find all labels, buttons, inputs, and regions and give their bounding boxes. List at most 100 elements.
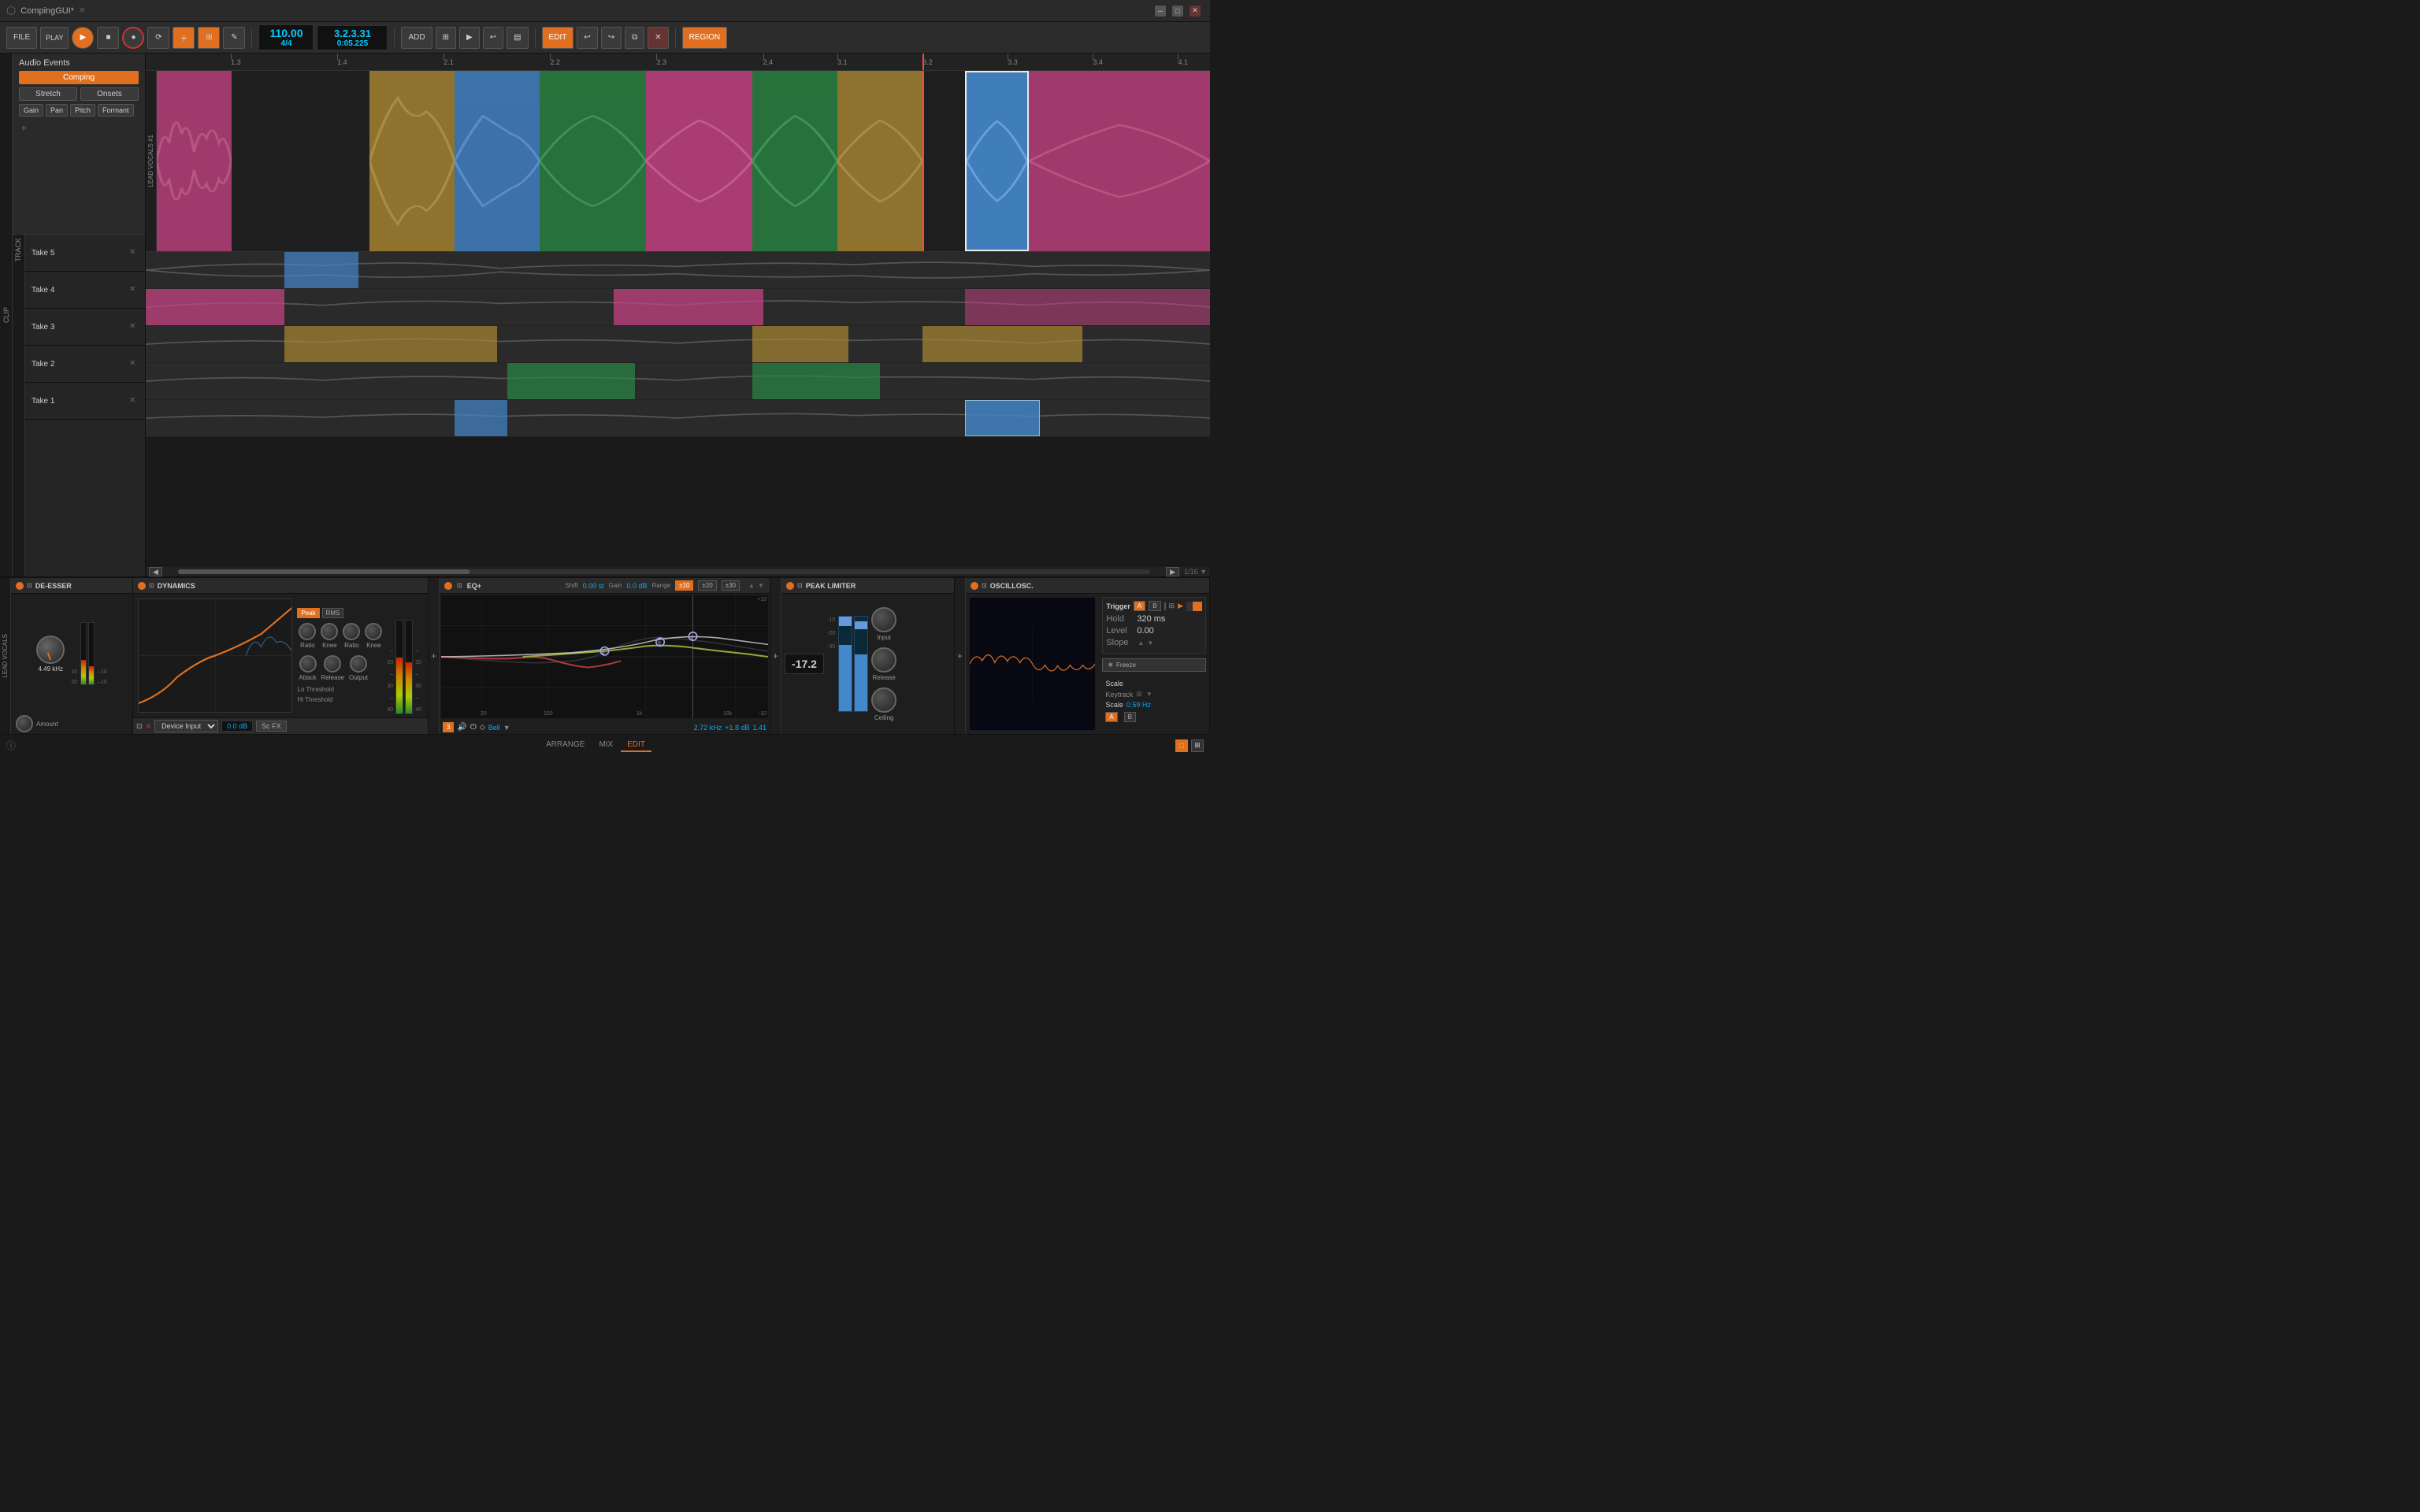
- view-single-btn[interactable]: □: [1175, 739, 1188, 752]
- release-knob[interactable]: Release: [321, 655, 344, 681]
- ratio1-knob[interactable]: Ratio: [299, 623, 316, 649]
- file-btn[interactable]: FILE: [6, 27, 37, 49]
- minimize-btn[interactable]: ─: [1155, 6, 1166, 17]
- play-icon[interactable]: ▶: [1178, 602, 1183, 610]
- peak-btn[interactable]: Peak: [297, 608, 319, 618]
- slope-up[interactable]: ▲: [1137, 639, 1145, 647]
- comping-btn[interactable]: Comping: [19, 71, 139, 84]
- stretch-btn[interactable]: Stretch: [19, 87, 77, 101]
- output[interactable]: [350, 655, 367, 673]
- take4-close[interactable]: ✕: [129, 285, 139, 295]
- limiter-ceiling-knob[interactable]: Ceiling: [871, 687, 896, 721]
- deesser-knob[interactable]: [36, 636, 65, 664]
- output-knob[interactable]: Output: [349, 655, 368, 681]
- sc-fx-btn[interactable]: Sc FX: [256, 721, 287, 732]
- comp-block-7[interactable]: [837, 71, 922, 251]
- comp-block-5[interactable]: [646, 71, 752, 251]
- ratio1[interactable]: [299, 623, 316, 640]
- add-comp-btn[interactable]: +: [19, 120, 28, 135]
- limiter-ceiling[interactable]: [871, 687, 896, 713]
- range-10-btn[interactable]: ±10: [675, 580, 693, 591]
- take2-track[interactable]: [146, 363, 1210, 400]
- deesser-power[interactable]: [16, 582, 24, 590]
- eq-band-btn[interactable]: 3: [443, 722, 454, 732]
- take2-region1[interactable]: [507, 363, 635, 399]
- comp-block-9[interactable]: [1029, 71, 1210, 251]
- undo2-btn[interactable]: ↩: [483, 27, 503, 49]
- limiter-input[interactable]: [871, 607, 896, 632]
- comp-block-6[interactable]: [752, 71, 837, 251]
- scrollbar-thumb[interactable]: [178, 569, 470, 574]
- take4-region2[interactable]: [614, 289, 763, 325]
- stop-btn[interactable]: ■: [97, 27, 119, 49]
- keytrack-down-arrow[interactable]: ▼: [1145, 691, 1153, 699]
- copy-btn[interactable]: ⧉: [625, 27, 644, 49]
- take1-region2[interactable]: [965, 400, 1040, 436]
- slope-down[interactable]: ▼: [1146, 639, 1154, 647]
- b-channel-btn[interactable]: B: [1124, 712, 1136, 722]
- scrollbar-track[interactable]: [178, 569, 1150, 574]
- limiter-release-knob[interactable]: Release: [871, 647, 896, 681]
- take3-region2[interactable]: [752, 326, 848, 362]
- delete-btn[interactable]: ✕: [648, 27, 668, 49]
- comp-btn[interactable]: ⊞: [198, 27, 220, 49]
- take1-region[interactable]: [455, 400, 508, 436]
- take4-track[interactable]: [146, 289, 1210, 326]
- loop-btn[interactable]: ⟳: [147, 27, 169, 49]
- eq-power-icon[interactable]: ⏻: [470, 723, 477, 732]
- edit-mode-btn[interactable]: ✎: [223, 27, 245, 49]
- folder-btn[interactable]: ▤: [507, 27, 528, 49]
- tab-mix[interactable]: MIX: [592, 739, 619, 752]
- gain-btn[interactable]: Gain: [19, 104, 43, 117]
- comp-block-8[interactable]: [965, 71, 1029, 251]
- record-btn[interactable]: ●: [122, 27, 144, 49]
- comp-block-1[interactable]: [157, 71, 232, 251]
- view-dual-btn[interactable]: ⊞: [1191, 739, 1204, 752]
- play-btn[interactable]: ▶: [72, 27, 94, 49]
- trigger-b-btn[interactable]: B: [1149, 601, 1160, 611]
- attack[interactable]: [299, 655, 317, 673]
- take5-region[interactable]: [284, 252, 359, 288]
- take3-close[interactable]: ✕: [129, 322, 139, 332]
- formant-btn[interactable]: Formant: [98, 104, 134, 117]
- scroll-right-btn[interactable]: ▶: [1166, 567, 1179, 576]
- eq-arrow-down[interactable]: ▼: [503, 724, 510, 732]
- add-track-btn[interactable]: +: [173, 27, 195, 49]
- deesser-amount-knob-container[interactable]: Amount: [16, 715, 128, 732]
- dynamics-power[interactable]: [138, 582, 146, 590]
- ratio2[interactable]: [343, 623, 360, 640]
- trigger-a-btn[interactable]: A: [1134, 601, 1145, 611]
- comp-block-3[interactable]: [455, 71, 540, 251]
- add-btn[interactable]: ADD: [401, 27, 432, 49]
- comp-block-2[interactable]: [369, 71, 455, 251]
- edit-btn[interactable]: EDIT: [542, 27, 574, 49]
- take5-track[interactable]: [146, 252, 1210, 289]
- pan-btn[interactable]: Pan: [46, 104, 68, 117]
- take1-close[interactable]: ✕: [129, 396, 139, 406]
- rms-btn[interactable]: RMS: [322, 608, 344, 618]
- knee1[interactable]: [321, 623, 338, 640]
- take2-region2[interactable]: [752, 363, 880, 399]
- release-dyn[interactable]: [324, 655, 341, 673]
- knee1-knob[interactable]: Knee: [321, 623, 338, 649]
- take1-track[interactable]: [146, 400, 1210, 437]
- undo-btn[interactable]: ↩: [577, 27, 597, 49]
- close-btn[interactable]: ✕: [1190, 6, 1201, 17]
- pitch-btn[interactable]: Pitch: [70, 104, 95, 117]
- take3-region3[interactable]: [922, 326, 1082, 362]
- ratio2-knob[interactable]: Ratio: [343, 623, 360, 649]
- eq-power[interactable]: [444, 582, 452, 590]
- range-30-btn[interactable]: ±30: [722, 580, 740, 591]
- limiter-power[interactable]: [786, 582, 794, 590]
- osc-power[interactable]: [971, 582, 978, 590]
- maximize-btn[interactable]: □: [1172, 6, 1183, 17]
- redo-btn[interactable]: ↪: [601, 27, 622, 49]
- main-comp-track[interactable]: LEAD VOCALS #1: [146, 71, 1210, 252]
- deesser-freq-knob[interactable]: 4.49 kHz: [36, 636, 65, 673]
- comp-block-4[interactable]: [540, 71, 646, 251]
- take3-track[interactable]: [146, 326, 1210, 363]
- take3-region1[interactable]: [284, 326, 497, 362]
- attack-knob[interactable]: Attack: [299, 655, 316, 681]
- region-btn[interactable]: REGION: [682, 27, 727, 49]
- play2-btn[interactable]: ▶: [459, 27, 480, 49]
